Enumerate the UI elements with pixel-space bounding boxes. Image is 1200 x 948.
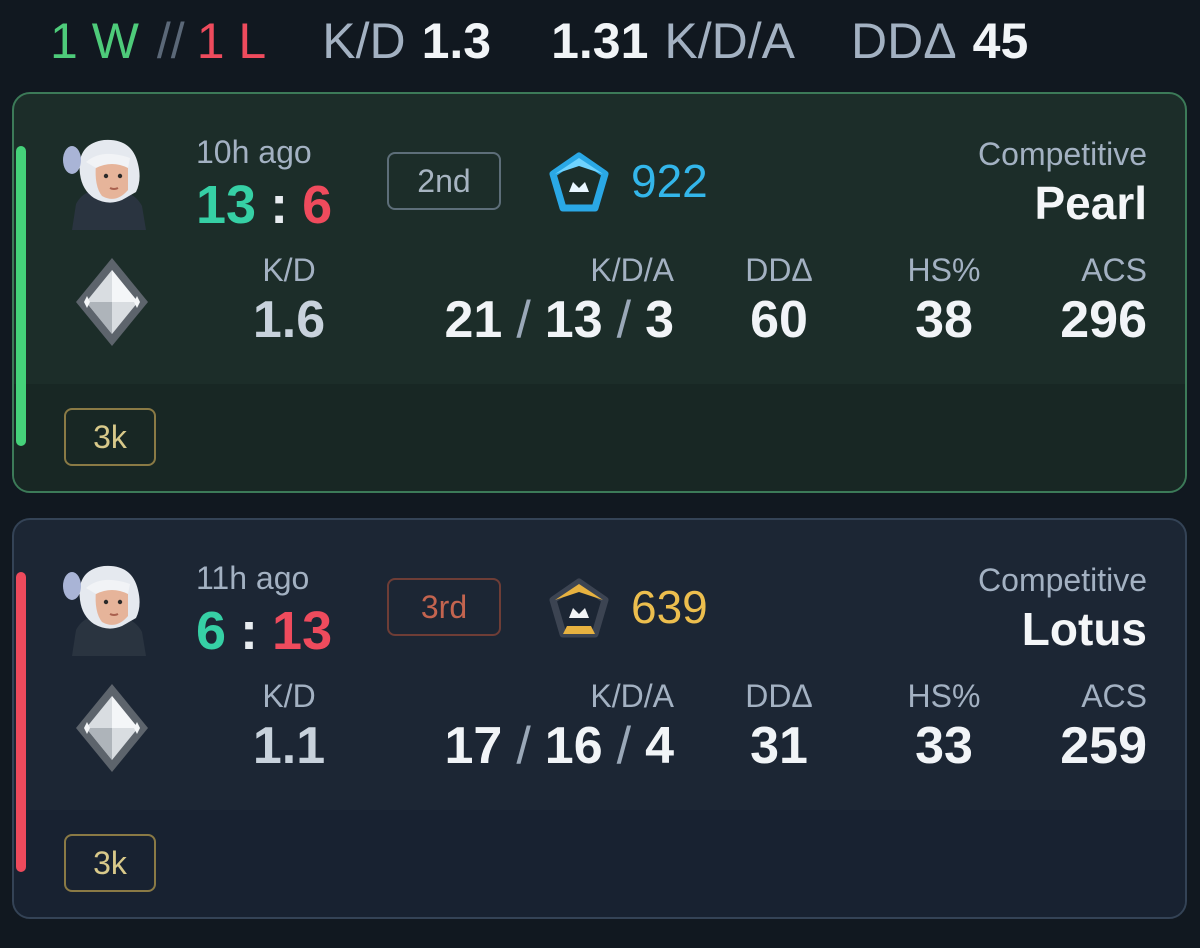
acs-label: ACS [1081,252,1147,288]
kills-value: 17 [444,717,503,775]
rank-rating: 922 [631,155,708,207]
result-indicator-bar [16,572,26,872]
hs-value: 33 [915,717,973,775]
kda-label: K/D/A [590,252,674,288]
match-score: 6:13 [196,600,332,662]
multikill-badge: 3k [64,408,156,466]
placement-badge: 3rd [387,578,501,636]
kd-value: 1.1 [252,717,326,775]
summary-kda-label: K/D/A [664,13,796,69]
map-name: Pearl [1034,177,1147,229]
deaths-value: 16 [544,717,603,775]
rank-emblem-blue-icon [549,152,609,212]
match-card[interactable]: 10h ago 13:6 2nd 922 Competitive Pearl K… [12,92,1187,493]
match-time-ago: 10h ago [196,134,312,170]
map-name: Lotus [1021,603,1147,655]
summary-bar: 1 W // 1 L K/D 1.3 1.31 K/D/A DDΔ 45 [50,12,1028,72]
summary-dd-label: DDΔ [851,13,957,69]
kda-slash: / [616,717,632,775]
dd-label: DDΔ [745,252,813,288]
hs-label: HS% [907,252,981,288]
score-own: 13 [196,175,257,235]
kd-label: K/D [262,252,316,288]
kda-label: K/D/A [590,678,674,714]
multikill-badge: 3k [64,834,156,892]
kda-slash: / [516,717,531,775]
game-mode: Competitive [978,136,1147,172]
deaths-value: 13 [544,291,603,349]
match-card[interactable]: 11h ago 6:13 3rd 639 Competitive Lotus K… [12,518,1187,919]
kd-label: K/D [262,678,316,714]
acs-label: ACS [1081,678,1147,714]
kills-value: 21 [444,291,503,349]
card-footer [14,810,1185,917]
summary-kda-value: 1.31 [551,13,649,69]
match-score: 13:6 [196,174,332,236]
hs-label: HS% [907,678,981,714]
game-mode: Competitive [978,562,1147,598]
score-opponent: 6 [302,175,333,235]
agent-portrait-icon [63,565,146,656]
dd-label: DDΔ [745,678,813,714]
kda-value: 21/13/3 [394,290,674,350]
kd-value: 1.6 [252,291,326,349]
kda-slash: / [616,291,632,349]
result-indicator-bar [16,146,26,446]
summary-wins: 1 W [50,13,139,69]
score-opponent: 13 [272,601,333,661]
summary-losses: 1 L [196,13,267,69]
kda-value: 17/16/4 [394,716,674,776]
assists-value: 3 [645,291,674,349]
summary-separator: // [156,13,185,69]
acs-value: 296 [1060,291,1147,349]
dd-value: 60 [750,291,808,349]
summary-kd-label: K/D [322,13,406,69]
kda-slash: / [516,291,531,349]
rank-rating: 639 [631,581,708,633]
rank-emblem-gold-icon [549,578,609,638]
summary-dd-value: 45 [972,13,1029,69]
score-separator: : [240,601,259,661]
hs-value: 38 [915,291,973,349]
dd-value: 31 [750,717,808,775]
score-separator: : [270,175,289,235]
summary-kd-value: 1.3 [421,13,492,69]
match-time-ago: 11h ago [196,560,310,596]
acs-value: 259 [1060,717,1147,775]
assists-value: 4 [645,717,674,775]
placement-badge: 2nd [387,152,501,210]
score-own: 6 [196,601,227,661]
agent-portrait-icon [63,139,146,230]
diamond-tier-icon [76,258,148,346]
diamond-tier-icon [76,684,148,772]
card-footer [14,384,1185,491]
